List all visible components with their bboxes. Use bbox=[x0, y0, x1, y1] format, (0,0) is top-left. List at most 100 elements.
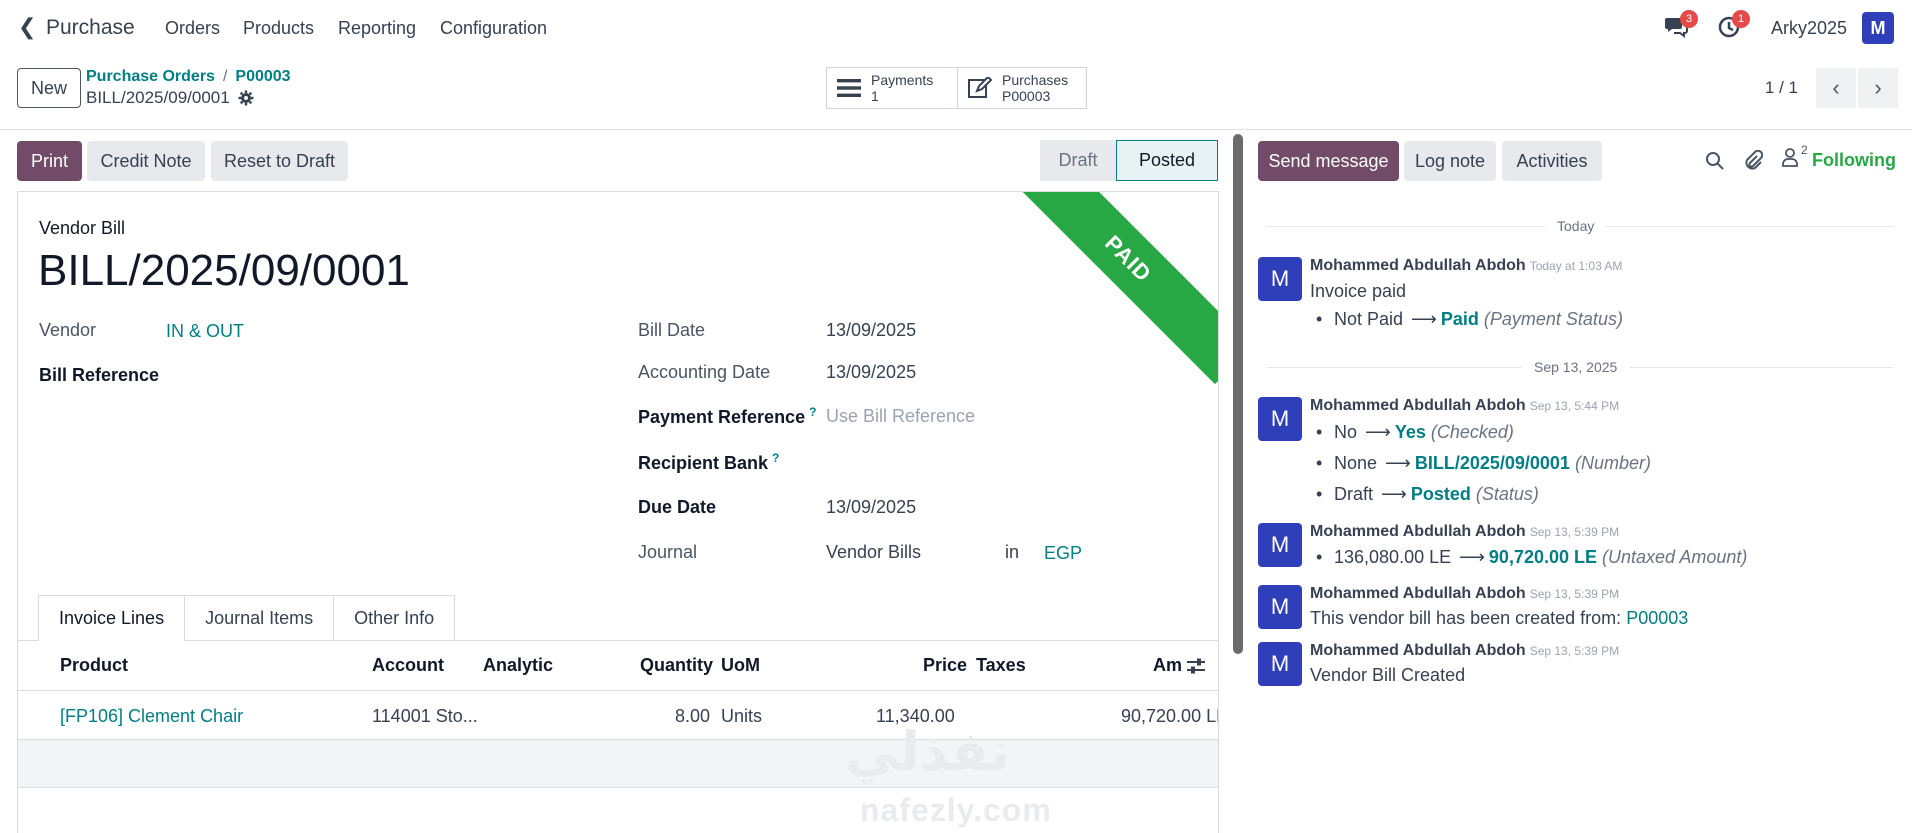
vendor-label: Vendor bbox=[39, 320, 97, 340]
status-posted[interactable]: Posted bbox=[1116, 140, 1218, 181]
watermark-latin: nafezly.com bbox=[860, 792, 1052, 828]
purchases-title: Purchases bbox=[1002, 72, 1069, 88]
message-body: This vendor bill has been created from: … bbox=[1310, 608, 1689, 628]
pager-value[interactable]: 1 / 1 bbox=[1765, 78, 1798, 98]
payment-reference-label: Payment Reference? bbox=[638, 405, 817, 427]
chatter-panel: Send message Log note Activities 2 Follo… bbox=[1247, 131, 1912, 833]
menu-products[interactable]: Products bbox=[243, 18, 314, 39]
company-switcher[interactable]: Arky2025 bbox=[1771, 18, 1847, 39]
messages-button[interactable]: 3 bbox=[1664, 10, 1698, 43]
breadcrumb-purchase-orders[interactable]: Purchase Orders bbox=[86, 68, 215, 85]
table-row[interactable]: [FP106] Clement Chair 114001 Sto... 8.00… bbox=[18, 692, 1218, 740]
arrow-right-icon: ⟶ bbox=[1411, 309, 1437, 329]
purchases-smart-button[interactable]: Purchases P00003 bbox=[957, 67, 1087, 109]
breadcrumb-p00003[interactable]: P00003 bbox=[235, 68, 290, 85]
pager-previous-button[interactable]: ‹ bbox=[1816, 68, 1856, 108]
user-avatar[interactable]: M bbox=[1862, 12, 1894, 44]
followers-count: 2 bbox=[1801, 143, 1808, 157]
column-analytic[interactable]: Analytic bbox=[483, 655, 553, 676]
print-button[interactable]: Print bbox=[17, 141, 82, 181]
new-button[interactable]: New bbox=[17, 68, 81, 108]
column-account[interactable]: Account bbox=[372, 655, 444, 676]
tab-invoice-lines[interactable]: Invoice Lines bbox=[38, 595, 186, 641]
message-date: Sep 13, 5:39 PM bbox=[1529, 587, 1620, 601]
column-price[interactable]: Price bbox=[923, 655, 967, 676]
tab-other-info[interactable]: Other Info bbox=[333, 595, 456, 641]
line-quantity: 8.00 bbox=[675, 706, 711, 726]
avatar[interactable]: M bbox=[1258, 585, 1302, 629]
recipient-bank-label: Recipient Bank? bbox=[638, 451, 780, 473]
record-name-row: BILL/2025/09/0001 bbox=[86, 88, 254, 108]
pager: 1 / 1 ‹ › bbox=[1765, 68, 1898, 108]
payment-reference-input[interactable]: Use Bill Reference bbox=[826, 406, 975, 427]
bill-reference-label: Bill Reference bbox=[39, 365, 160, 385]
message-date: Sep 13, 5:44 PM bbox=[1529, 399, 1620, 413]
message-author[interactable]: Mohammed Abdullah Abdoh Today at 1:03 AM bbox=[1310, 257, 1622, 275]
app-name[interactable]: Purchase bbox=[46, 16, 135, 40]
avatar[interactable]: M bbox=[1258, 642, 1302, 686]
arrow-right-icon: ⟶ bbox=[1365, 422, 1391, 442]
menu-reporting[interactable]: Reporting bbox=[338, 18, 416, 39]
avatar[interactable]: M bbox=[1258, 257, 1302, 301]
avatar[interactable]: M bbox=[1258, 523, 1302, 567]
log-note-button[interactable]: Log note bbox=[1404, 141, 1496, 181]
tracking-value: • Draft ⟶ Posted (Status) bbox=[1316, 484, 1539, 504]
menu-orders[interactable]: Orders bbox=[165, 18, 220, 39]
column-uom[interactable]: UoM bbox=[721, 655, 760, 676]
journal-field[interactable]: Vendor Bills bbox=[826, 542, 921, 563]
message-author[interactable]: Mohammed Abdullah Abdoh Sep 13, 5:39 PM bbox=[1310, 523, 1619, 541]
message-date: Sep 13, 5:39 PM bbox=[1529, 525, 1620, 539]
column-amount[interactable]: Am bbox=[1153, 655, 1182, 676]
menu-configuration[interactable]: Configuration bbox=[440, 18, 547, 39]
column-quantity[interactable]: Quantity bbox=[640, 655, 713, 676]
message-author[interactable]: Mohammed Abdullah Abdoh Sep 13, 5:44 PM bbox=[1310, 397, 1619, 415]
payments-count: 1 bbox=[871, 88, 879, 104]
currency-field[interactable]: EGP bbox=[1044, 543, 1082, 564]
help-icon[interactable]: ? bbox=[772, 451, 779, 465]
column-settings-icon[interactable] bbox=[1186, 656, 1206, 676]
message-author[interactable]: Mohammed Abdullah Abdoh Sep 13, 5:39 PM bbox=[1310, 585, 1619, 603]
status-draft[interactable]: Draft bbox=[1040, 140, 1116, 181]
due-date-field[interactable]: 13/09/2025 bbox=[826, 497, 916, 518]
avatar[interactable]: M bbox=[1258, 397, 1302, 441]
credit-note-button[interactable]: Credit Note bbox=[87, 141, 205, 181]
accounting-date-field[interactable]: 13/09/2025 bbox=[826, 362, 916, 383]
status-bar: Draft Posted bbox=[1040, 140, 1218, 181]
message-body: Invoice paid bbox=[1310, 281, 1407, 301]
bill-date-label: Bill Date bbox=[638, 320, 706, 340]
help-icon[interactable]: ? bbox=[809, 405, 816, 419]
document-title: BILL/2025/09/0001 bbox=[38, 246, 410, 295]
following-button[interactable]: Following bbox=[1812, 150, 1896, 171]
tab-journal-items[interactable]: Journal Items bbox=[184, 595, 335, 641]
arrow-right-icon: ⟶ bbox=[1385, 453, 1411, 473]
chevron-right-icon: › bbox=[1874, 75, 1882, 100]
pager-next-button[interactable]: › bbox=[1858, 68, 1898, 108]
followers-button[interactable]: 2 bbox=[1781, 143, 1808, 172]
breadcrumb-separator: / bbox=[222, 68, 228, 85]
message-link-p00003[interactable]: P00003 bbox=[1626, 608, 1688, 628]
tracking-value: • Not Paid ⟶ Paid (Payment Status) bbox=[1316, 309, 1623, 329]
form-scrollbar[interactable] bbox=[1233, 134, 1243, 654]
gear-icon[interactable] bbox=[238, 90, 254, 106]
activities-button[interactable]: 1 bbox=[1718, 10, 1750, 43]
payments-smart-button[interactable]: Payments 1 bbox=[826, 67, 958, 109]
search-icon[interactable] bbox=[1705, 151, 1725, 171]
reset-to-draft-button[interactable]: Reset to Draft bbox=[211, 141, 348, 181]
paperclip-icon[interactable] bbox=[1743, 150, 1763, 172]
journal-in-text: in bbox=[1005, 542, 1020, 562]
journal-label: Journal bbox=[638, 542, 698, 562]
line-product[interactable]: [FP106] Clement Chair bbox=[60, 706, 243, 727]
send-message-button[interactable]: Send message bbox=[1258, 141, 1399, 181]
back-arrow-icon[interactable]: ❮ bbox=[18, 14, 36, 40]
column-taxes[interactable]: Taxes bbox=[976, 655, 1026, 676]
edit-icon bbox=[968, 77, 992, 98]
column-product[interactable]: Product bbox=[60, 655, 128, 676]
table-row-empty[interactable] bbox=[18, 740, 1218, 788]
message-author[interactable]: Mohammed Abdullah Abdoh Sep 13, 5:39 PM bbox=[1310, 642, 1619, 660]
control-panel: New Purchase Orders / P00003 BILL/2025/09/… bbox=[0, 58, 1912, 130]
paid-ribbon: PAID bbox=[1002, 192, 1218, 385]
vendor-field[interactable]: IN & OUT bbox=[166, 321, 244, 342]
activities-button-chatter[interactable]: Activities bbox=[1502, 141, 1602, 181]
day-label-today: Today bbox=[1545, 218, 1607, 234]
bill-date-field[interactable]: 13/09/2025 bbox=[826, 320, 916, 341]
